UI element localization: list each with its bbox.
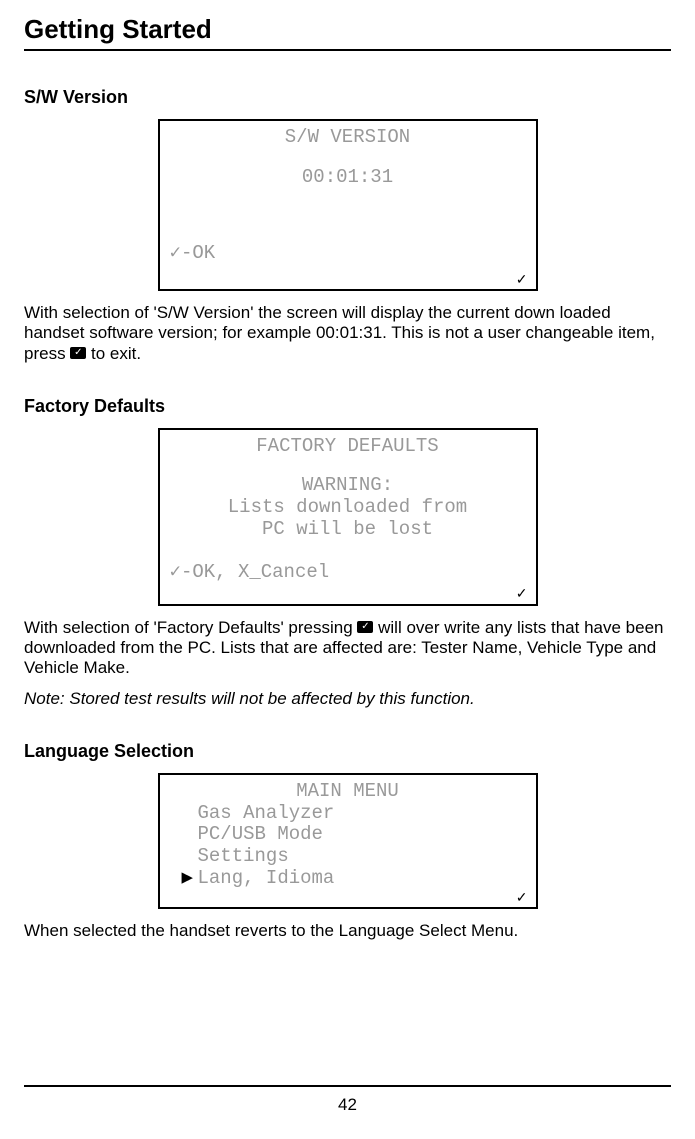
check-icon: ✓: [516, 271, 528, 287]
menu-item: Settings: [170, 846, 526, 868]
page-title: Getting Started: [24, 14, 671, 51]
check-button-icon: ✓: [70, 347, 86, 359]
section-heading-sw-version: S/W Version: [24, 87, 671, 109]
lcd-prompt: ✓-OK: [170, 243, 216, 265]
lcd-title: MAIN MENU: [170, 781, 526, 803]
body-text-sw: With selection of 'S/W Version' the scre…: [24, 303, 671, 364]
page-footer: 42: [24, 1085, 671, 1115]
menu-item: PC/USB Mode: [170, 824, 526, 846]
lcd-warning-label: WARNING:: [170, 475, 526, 497]
lcd-screenshot-language: MAIN MENU Gas Analyzer PC/USB Mode Setti…: [158, 773, 538, 909]
lcd-value: 00:01:31: [170, 167, 526, 189]
check-icon: ✓: [516, 585, 528, 601]
section-heading-language: Language Selection: [24, 741, 671, 763]
lcd-prompt: ✓-OK, X_Cancel: [170, 562, 330, 584]
pointer-icon: ▶: [182, 868, 193, 890]
note-text-fd: Note: Stored test results will not be af…: [24, 689, 671, 709]
menu-item: Gas Analyzer: [170, 803, 526, 825]
body-text-fd: With selection of 'Factory Defaults' pre…: [24, 618, 671, 679]
lcd-title: FACTORY DEFAULTS: [170, 436, 526, 458]
lcd-screenshot-sw-version: S/W VERSION 00:01:31 ✓-OK ✓: [158, 119, 538, 291]
lcd-warning-line1: Lists downloaded from: [170, 497, 526, 519]
page-number: 42: [338, 1095, 357, 1114]
lcd-title: S/W VERSION: [170, 127, 526, 149]
lcd-warning-line2: PC will be lost: [170, 519, 526, 541]
lcd-screenshot-factory-defaults: FACTORY DEFAULTS WARNING: Lists download…: [158, 428, 538, 606]
section-heading-factory-defaults: Factory Defaults: [24, 396, 671, 418]
body-text-lang: When selected the handset reverts to the…: [24, 921, 671, 941]
check-icon: ✓: [516, 889, 528, 905]
check-button-icon: ✓: [357, 621, 373, 633]
menu-item-selected: ▶Lang, Idioma: [170, 868, 526, 890]
